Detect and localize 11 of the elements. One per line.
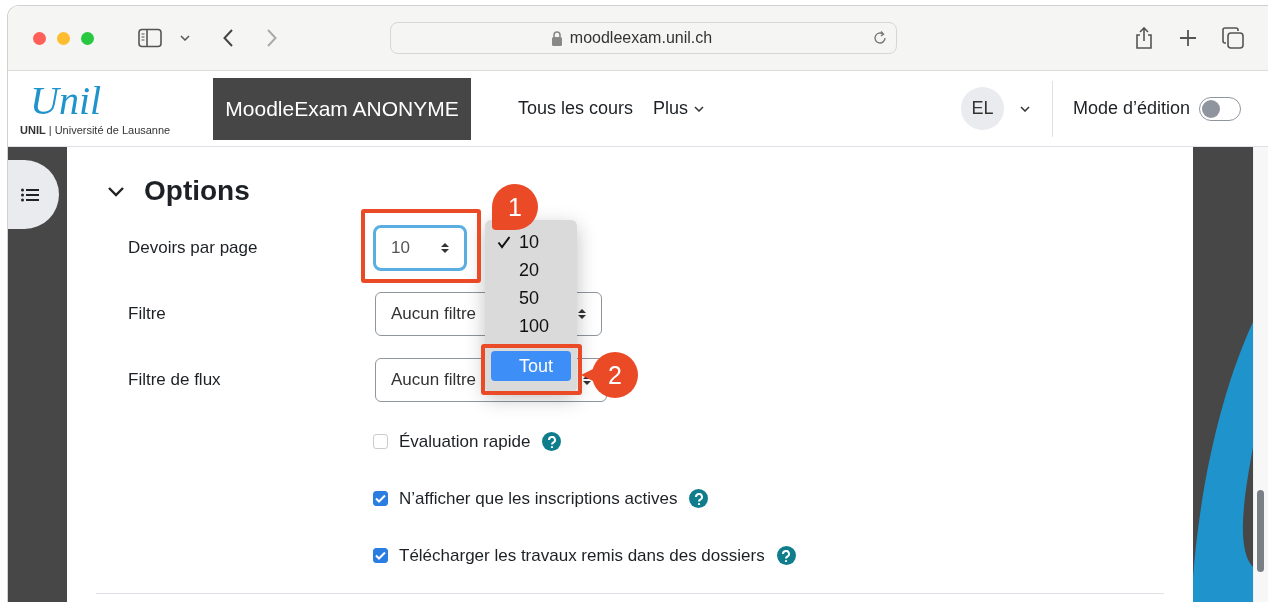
field-label: Filtre xyxy=(128,304,167,324)
edit-mode-label: Mode d’édition xyxy=(1072,98,1190,119)
logo-caption: UNIL | Université de Lausanne xyxy=(20,124,172,136)
checkbox-label: Évaluation rapide xyxy=(399,431,531,452)
field-label: Filtre de flux xyxy=(128,370,222,390)
callout-badge: 1 xyxy=(492,184,538,230)
field-label: Devoirs par page xyxy=(128,238,259,258)
checkbox-label: N’afficher que les inscriptions actives xyxy=(399,488,678,509)
checkbox-label: Télécharger les travaux remis dans des dossiers xyxy=(399,545,765,566)
url-text: moodleexam.unil.ch xyxy=(569,29,713,47)
section-heading: Options xyxy=(144,175,250,207)
